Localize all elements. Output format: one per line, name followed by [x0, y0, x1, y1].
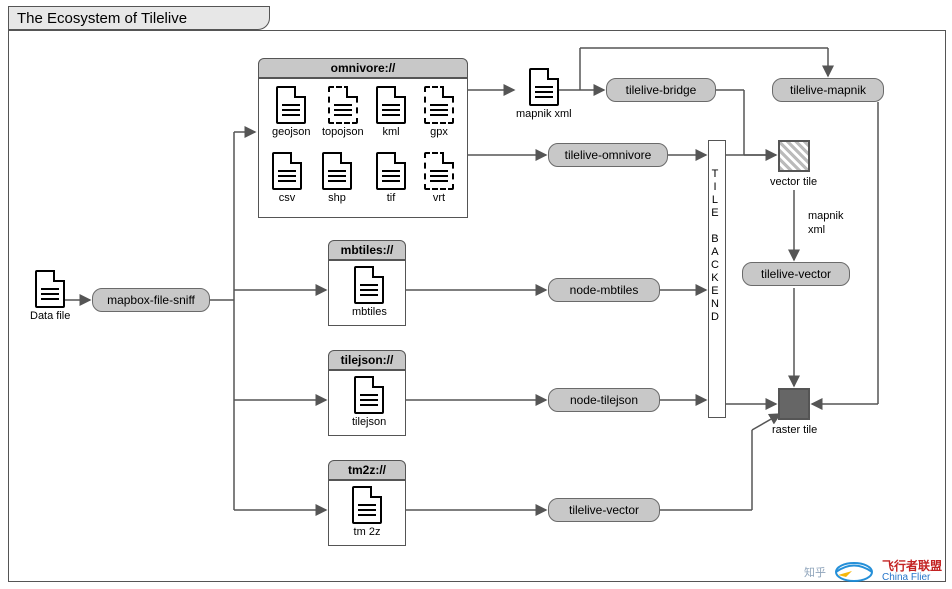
- file-icon: [272, 152, 302, 190]
- file-label: csv: [279, 192, 296, 204]
- file-icon: [424, 152, 454, 190]
- omnivore-header: omnivore://: [258, 58, 468, 78]
- watermark-cn: 飞行者联盟: [882, 560, 942, 572]
- tm2z-header: tm2z://: [328, 460, 406, 480]
- file-label: geojson: [272, 126, 311, 138]
- node-label: tilelive-vector: [569, 503, 639, 517]
- omnivore-file-csv: csv: [272, 152, 302, 204]
- mbtiles-header: mbtiles://: [328, 240, 406, 260]
- tilejson-file: tilejson: [352, 376, 386, 428]
- file-icon: [352, 486, 382, 524]
- tm2z-header-label: tm2z://: [348, 463, 386, 477]
- mbtiles-file: mbtiles: [352, 266, 387, 318]
- file-label: mapnik xml: [516, 108, 572, 120]
- watermark-logo-icon: [832, 557, 876, 587]
- data-file: Data file: [30, 270, 70, 322]
- node-tilelive-omnivore: tilelive-omnivore: [548, 143, 668, 167]
- omnivore-file-shp: shp: [322, 152, 352, 204]
- file-label: tilejson: [352, 416, 386, 428]
- file-label: mbtiles: [352, 306, 387, 318]
- mapnik-xml-label-b: xml: [808, 224, 825, 236]
- node-node-tilejson: node-tilejson: [548, 388, 660, 412]
- omnivore-file-vrt: vrt: [424, 152, 454, 204]
- raster-tile-box: [778, 388, 810, 420]
- tm2z-file: tm 2z: [352, 486, 382, 538]
- omnivore-file-topojson: topojson: [322, 86, 364, 138]
- mapnik-xml-file: mapnik xml: [516, 68, 572, 120]
- omnivore-file-geojson: geojson: [272, 86, 311, 138]
- omnivore-file-tif: tif: [376, 152, 406, 204]
- node-tilelive-vector-bottom: tilelive-vector: [548, 498, 660, 522]
- file-icon: [322, 152, 352, 190]
- diagram-title-text: The Ecosystem of Tilelive: [17, 10, 187, 27]
- file-label: topojson: [322, 126, 364, 138]
- node-label: tilelive-vector: [761, 267, 831, 281]
- tile-backend-label: TILE BACKEND: [711, 168, 720, 324]
- node-mapbox-file-sniff: mapbox-file-sniff: [92, 288, 210, 312]
- watermark-text: 飞行者联盟 China Flier: [882, 560, 942, 584]
- node-label: mapbox-file-sniff: [107, 293, 195, 307]
- node-label: node-mbtiles: [570, 283, 639, 297]
- file-icon: [35, 270, 65, 308]
- vector-tile-label: vector tile: [770, 176, 817, 188]
- file-icon: [328, 86, 358, 124]
- file-icon: [376, 86, 406, 124]
- file-label: gpx: [430, 126, 448, 138]
- omnivore-file-gpx: gpx: [424, 86, 454, 138]
- file-icon: [354, 266, 384, 304]
- watermark: 知乎 飞行者联盟 China Flier: [804, 557, 942, 587]
- mapnik-xml-label-a: mapnik: [808, 210, 843, 222]
- watermark-en: China Flier: [882, 572, 942, 584]
- watermark-side: 知乎: [804, 564, 826, 580]
- diagram-title: The Ecosystem of Tilelive: [8, 6, 270, 30]
- file-label: shp: [328, 192, 346, 204]
- node-label: tilelive-mapnik: [790, 83, 866, 97]
- file-label: tm 2z: [354, 526, 381, 538]
- data-file-label: Data file: [30, 310, 70, 322]
- file-icon: [424, 86, 454, 124]
- file-label: kml: [382, 126, 399, 138]
- omnivore-file-kml: kml: [376, 86, 406, 138]
- file-icon: [354, 376, 384, 414]
- file-label: vrt: [433, 192, 445, 204]
- tilejson-header-label: tilejson://: [341, 353, 394, 367]
- file-icon: [376, 152, 406, 190]
- file-icon: [529, 68, 559, 106]
- node-node-mbtiles: node-mbtiles: [548, 278, 660, 302]
- omnivore-header-label: omnivore://: [331, 61, 396, 75]
- node-tilelive-mapnik: tilelive-mapnik: [772, 78, 884, 102]
- mbtiles-header-label: mbtiles://: [341, 243, 394, 257]
- node-label: tilelive-bridge: [626, 83, 697, 97]
- node-label: tilelive-omnivore: [565, 148, 652, 162]
- node-tilelive-vector-top: tilelive-vector: [742, 262, 850, 286]
- file-icon: [276, 86, 306, 124]
- tilejson-header: tilejson://: [328, 350, 406, 370]
- file-label: tif: [387, 192, 396, 204]
- raster-tile-label: raster tile: [772, 424, 817, 436]
- node-label: node-tilejson: [570, 393, 638, 407]
- vector-tile-box: [778, 140, 810, 172]
- node-tilelive-bridge: tilelive-bridge: [606, 78, 716, 102]
